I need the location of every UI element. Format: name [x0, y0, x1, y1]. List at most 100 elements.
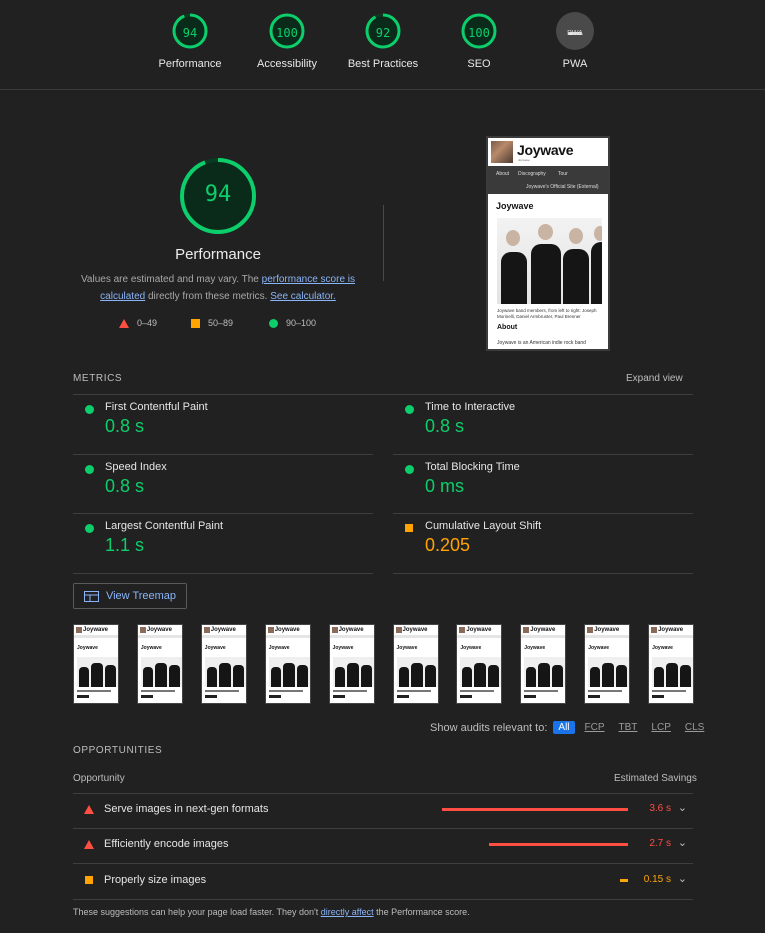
opportunity-encode-images[interactable]: Efficiently encode images 2.7 s ⌄: [73, 828, 693, 862]
gauge-score: 100: [276, 26, 298, 40]
opportunities-footer: These suggestions can help your page loa…: [73, 907, 470, 917]
frame-about: [332, 695, 345, 698]
opportunity-title: Efficiently encode images: [104, 838, 229, 850]
site-thumbnail: [331, 627, 338, 633]
filter-fcp[interactable]: FCP: [581, 721, 609, 734]
frame-nav: [201, 635, 246, 638]
frame-nav: [393, 635, 438, 638]
filmstrip-frame: Joywave Joywave: [392, 624, 439, 704]
metric-name: Largest Contentful Paint: [105, 520, 224, 532]
gauge-pwa[interactable]: PWA PWA: [530, 12, 620, 70]
opportunities-title: OPPORTUNITIES: [73, 745, 163, 756]
legend-label: 90–100: [286, 318, 317, 328]
metric-name: Total Blocking Time: [425, 461, 520, 473]
divider: [393, 573, 693, 574]
frame-photo: [140, 657, 182, 687]
average-square-icon: [85, 876, 93, 884]
frame-nav: [74, 635, 118, 638]
chevron-down-icon[interactable]: ⌄: [678, 872, 687, 885]
filter-tbt[interactable]: TBT: [615, 721, 642, 734]
opportunity-title: Serve images in next-gen formats: [104, 803, 269, 815]
directly-affect-link[interactable]: directly affect: [321, 907, 374, 917]
filmstrip-frame: Joywave Joywave: [73, 624, 119, 704]
frame-caption: [77, 690, 111, 692]
metric-value: 0.205: [425, 535, 471, 555]
final-screenshot[interactable]: Joywave Joywave About Discography Tour J…: [486, 136, 610, 351]
frame-nav: [137, 635, 182, 638]
site-brand: Joywave: [517, 142, 574, 158]
legend-fail: 0–49: [119, 318, 157, 328]
frame-nav: [649, 635, 694, 638]
see-calculator-link[interactable]: See calculator.: [270, 291, 336, 302]
site-nav-item: About: [496, 171, 510, 177]
site-nav-item: Tour: [558, 171, 568, 177]
gauge-label: PWA: [562, 58, 588, 70]
frame-photo: [204, 657, 246, 687]
filter-cls[interactable]: CLS: [681, 721, 708, 734]
frame-about: [77, 695, 89, 698]
square-icon: [191, 318, 200, 328]
performance-gauge: 94: [160, 158, 276, 241]
pass-circle-icon: [85, 465, 94, 474]
frame-caption: [396, 690, 431, 692]
filmstrip-frame: Joywave Joywave: [328, 624, 375, 704]
photo-caption: Joywave band members, from left to right…: [497, 308, 597, 319]
frame-nav: [457, 635, 502, 638]
savings-bar: [488, 843, 628, 846]
frame-heading: Joywave: [204, 645, 226, 651]
gauge-best-practices[interactable]: 92 Best Practices: [338, 12, 428, 70]
frame-brand: Joywave: [274, 627, 300, 633]
site-thumbnail: [523, 627, 530, 633]
footer-text-suffix: the Performance score.: [373, 907, 470, 917]
expand-view-toggle[interactable]: Expand view: [626, 373, 683, 384]
frame-photo: [460, 657, 502, 687]
site-thumbnail: [491, 141, 513, 163]
frame-about: [268, 695, 281, 698]
legend-pass: 90–100: [269, 318, 316, 328]
fail-triangle-icon: [84, 840, 94, 849]
frame-heading: Joywave: [140, 645, 162, 651]
frame-heading: Joywave: [396, 645, 418, 651]
gauge-label: Accessibility: [257, 58, 317, 70]
opportunity-title: Properly size images: [104, 874, 207, 886]
frame-about: [460, 695, 473, 698]
site-nav-item: Discography: [518, 171, 546, 177]
view-treemap-button[interactable]: View Treemap: [73, 583, 187, 609]
gauge-seo[interactable]: 100 SEO: [434, 12, 524, 70]
frame-photo: [268, 657, 310, 687]
filmstrip-frame: Joywave Joywave: [136, 624, 183, 704]
opportunity-next-gen-formats[interactable]: Serve images in next-gen formats 3.6 s ⌄: [73, 793, 693, 827]
frame-heading: Joywave: [268, 645, 290, 651]
filter-all[interactable]: All: [553, 721, 575, 734]
gauge-accessibility[interactable]: 100 Accessibility: [242, 12, 332, 70]
score-note-text-middle: directly from these metrics.: [145, 291, 271, 302]
site-thumbnail: [651, 627, 658, 633]
savings-bar: [442, 808, 628, 811]
divider: [73, 573, 373, 574]
gauge-label: SEO: [467, 58, 491, 70]
frame-brand: Joywave: [594, 627, 620, 633]
gauge-performance[interactable]: 94 Performance: [145, 12, 235, 70]
frame-brand: Joywave: [466, 627, 492, 633]
filter-lcp[interactable]: LCP: [647, 721, 674, 734]
metric-name: Time to Interactive: [425, 401, 516, 413]
frame-nav: [265, 635, 310, 638]
opportunity-savings: 3.6 s: [649, 803, 671, 814]
frame-photo: [332, 657, 374, 687]
savings-column-header: Estimated Savings: [614, 773, 697, 784]
opportunity-properly-size-images[interactable]: Properly size images 0.15 s ⌄: [73, 864, 693, 898]
site-nav-external: Joywave's Official Site (External): [526, 184, 599, 190]
filmstrip-frame: Joywave Joywave: [200, 624, 247, 704]
frame-caption: [588, 690, 623, 692]
site-thumbnail: [267, 627, 274, 633]
frame-brand: Joywave: [146, 627, 172, 633]
chevron-down-icon[interactable]: ⌄: [678, 836, 687, 849]
legend-label: 50–89: [208, 318, 234, 328]
pass-circle-icon: [85, 524, 94, 533]
metric-tti: Time to Interactive 0.8 s: [393, 394, 693, 452]
audit-filter: Show audits relevant to: All FCP TBT LCP…: [430, 721, 708, 734]
metric-tbt: Total Blocking Time 0 ms: [393, 454, 693, 512]
site-thumbnail: [139, 627, 146, 633]
frame-brand: Joywave: [83, 627, 109, 633]
chevron-down-icon[interactable]: ⌄: [678, 801, 687, 814]
